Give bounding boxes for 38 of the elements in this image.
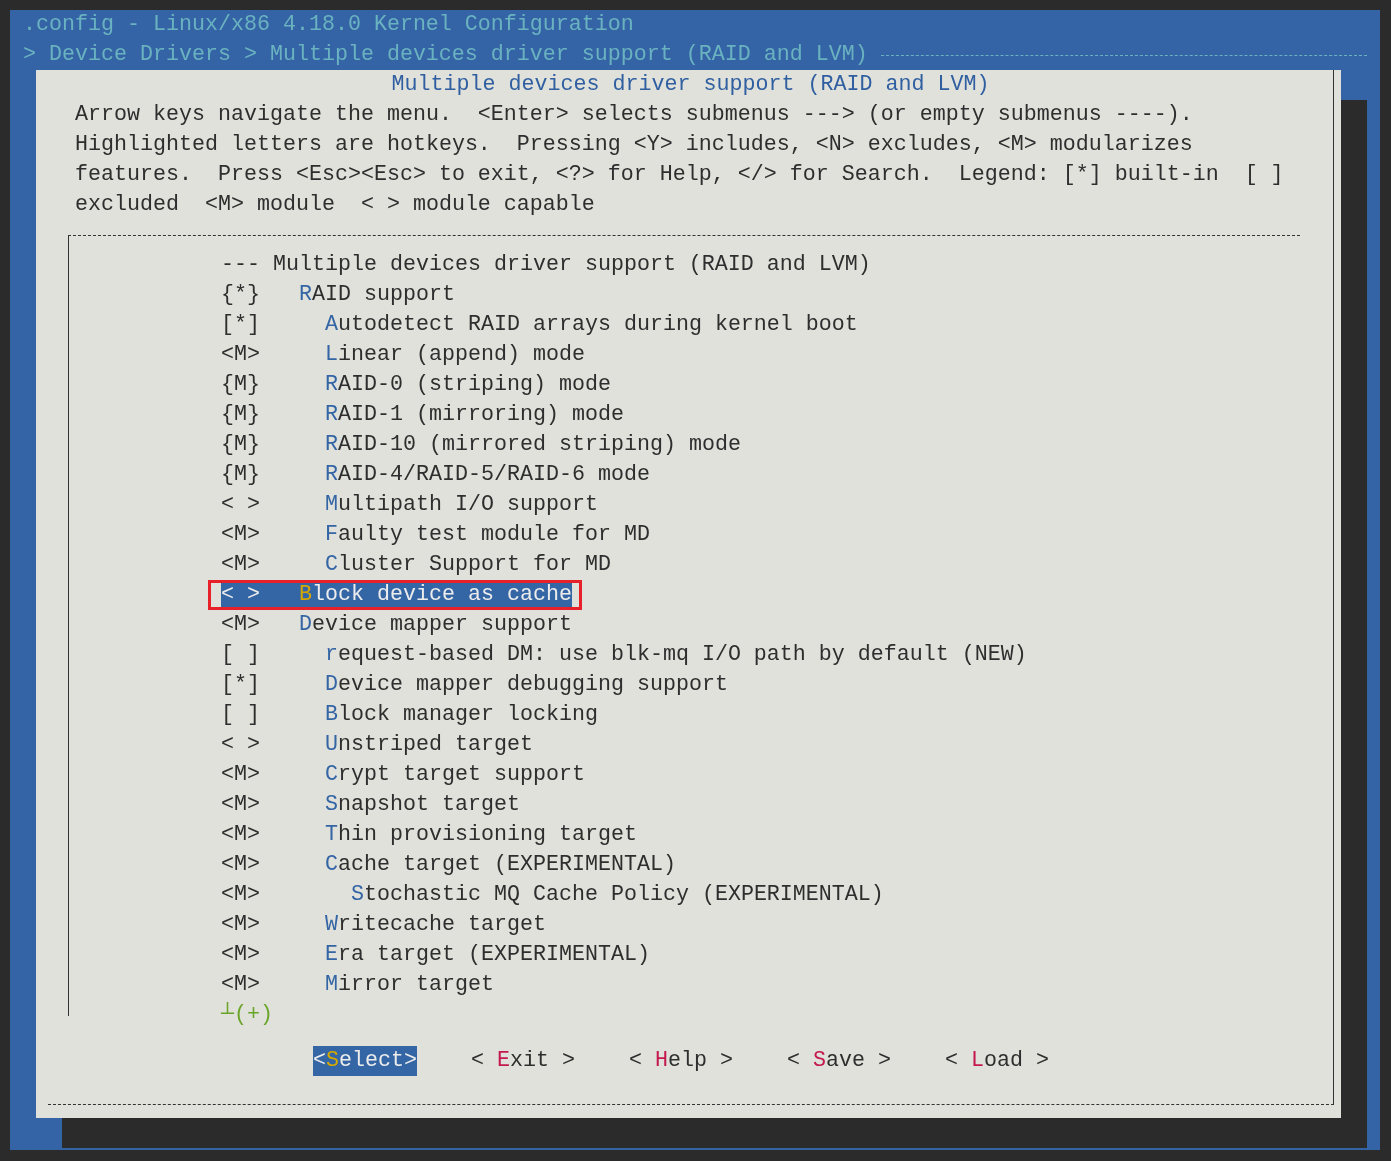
- menu-button[interactable]: < Exit >: [471, 1046, 575, 1076]
- menu-item[interactable]: <M> Device mapper support: [221, 613, 572, 637]
- menu-item[interactable]: --- Multiple devices driver support (RAID and LVM): [221, 253, 871, 277]
- menu-item[interactable]: <M> Thin provisioning target: [221, 823, 637, 847]
- menu-item[interactable]: <M> Cluster Support for MD: [221, 553, 611, 577]
- breadcrumb: > Device Drivers > Multiple devices driver support (RAID and LVM): [23, 41, 868, 69]
- help-text: Arrow keys navigate the menu. <Enter> selects submenus ---> (or empty submenus ----).: [75, 101, 1193, 129]
- more-indicator: ┴(+): [221, 1001, 273, 1029]
- help-text: features. Press <Esc><Esc> to exit, <?> for Help, </> for Search. Legend: [*] built-in [ ]: [75, 161, 1284, 189]
- menu-button[interactable]: < Save >: [786, 1046, 891, 1076]
- menu-item[interactable]: <M> Cache target (EXPERIMENTAL): [221, 853, 676, 877]
- window-title: .config - Linux/x86 4.18.0 Kernel Configuration: [23, 11, 634, 39]
- menu-item[interactable]: {M} RAID-1 (mirroring) mode: [221, 403, 624, 427]
- menu-item[interactable]: <M> Crypt target support: [221, 763, 585, 787]
- menu-item[interactable]: <M> Linear (append) mode: [221, 343, 585, 367]
- menu-item[interactable]: {M} RAID-4/RAID-5/RAID-6 mode: [221, 463, 650, 487]
- menu-item[interactable]: <M> Snapshot target: [221, 793, 520, 817]
- help-text: excluded <M> module < > module capable: [75, 191, 595, 219]
- menu-item[interactable]: {*} RAID support: [221, 283, 455, 307]
- menu-item[interactable]: < > Unstriped target: [221, 733, 533, 757]
- menu-button[interactable]: <Select>: [313, 1046, 417, 1076]
- menu-item[interactable]: [ ] request-based DM: use blk-mq I/O path by default (NEW): [221, 643, 1027, 667]
- menu-item[interactable]: <M> Stochastic MQ Cache Policy (EXPERIMENTAL): [221, 883, 884, 907]
- menu-button[interactable]: < Help >: [628, 1046, 733, 1076]
- menu-item[interactable]: <M> Mirror target: [221, 973, 494, 997]
- menu-item[interactable]: <M> Writecache target: [221, 913, 546, 937]
- menu-item[interactable]: < > Multipath I/O support: [221, 493, 598, 517]
- menu-item[interactable]: <M> Faulty test module for MD: [221, 523, 650, 547]
- menu-item[interactable]: [ ] Block manager locking: [221, 703, 598, 727]
- menu-item[interactable]: < > Block device as cache: [221, 583, 572, 607]
- help-text: Highlighted letters are hotkeys. Pressing <Y> includes, <N> excludes, <M> modularizes: [75, 131, 1193, 159]
- menu-item[interactable]: [*] Autodetect RAID arrays during kernel boot: [221, 313, 858, 337]
- menu-button[interactable]: < Load >: [944, 1046, 1049, 1076]
- menu-item[interactable]: {M} RAID-10 (mirrored striping) mode: [221, 433, 741, 457]
- menu-item[interactable]: {M} RAID-0 (striping) mode: [221, 373, 611, 397]
- dialog-title: Multiple devices driver support (RAID and LVM): [391, 71, 990, 99]
- menu-item[interactable]: <M> Era target (EXPERIMENTAL): [221, 943, 650, 967]
- menu-item[interactable]: [*] Device mapper debugging support: [221, 673, 728, 697]
